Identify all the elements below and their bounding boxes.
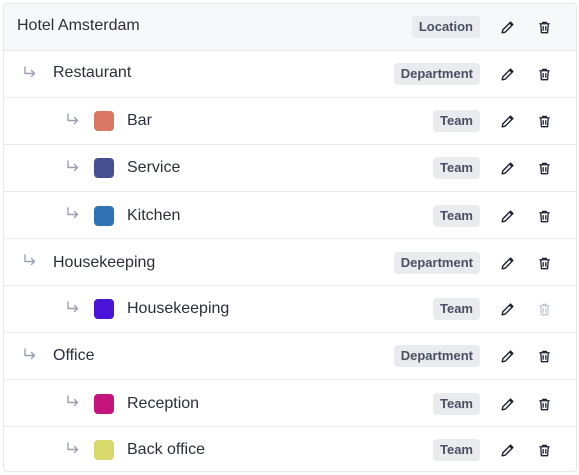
row-name: Back office xyxy=(127,441,205,458)
type-badge: Location xyxy=(411,16,480,38)
team-color-swatch xyxy=(94,440,114,460)
row-name: Office xyxy=(53,347,95,364)
row-name: Reception xyxy=(127,395,200,412)
type-badge: Team xyxy=(433,157,480,179)
edit-button[interactable] xyxy=(495,251,519,275)
tree-row-team: Service Team xyxy=(4,145,576,192)
edit-button[interactable] xyxy=(495,15,519,39)
trash-icon xyxy=(538,162,550,174)
tree-row-team: Bar Team xyxy=(4,98,576,145)
organization-tree: Hotel Amsterdam Location Restaurant Depa… xyxy=(3,3,577,472)
pencil-icon xyxy=(500,256,514,270)
trash-icon xyxy=(538,257,550,269)
tree-row-location: Hotel Amsterdam Location xyxy=(4,4,576,51)
row-name: Bar xyxy=(127,112,152,129)
pencil-icon xyxy=(500,209,514,223)
type-badge: Team xyxy=(433,205,480,227)
trash-icon xyxy=(538,398,550,410)
arrow-return-right-icon xyxy=(24,348,36,360)
type-badge: Department xyxy=(393,63,480,85)
edit-button[interactable] xyxy=(495,392,519,416)
arrow-return-right-icon xyxy=(67,113,79,125)
row-name: Hotel Amsterdam xyxy=(17,17,140,34)
type-badge: Team xyxy=(433,393,480,415)
team-color-swatch xyxy=(94,206,114,226)
pencil-icon xyxy=(500,302,514,316)
arrow-return-right-icon xyxy=(67,160,79,172)
arrow-return-right-icon xyxy=(67,442,79,454)
delete-button[interactable] xyxy=(532,438,556,462)
trash-icon xyxy=(538,350,550,362)
tree-row-department: Housekeeping Department xyxy=(4,239,576,286)
type-badge: Team xyxy=(433,110,480,132)
edit-button[interactable] xyxy=(495,109,519,133)
tree-row-team: Kitchen Team xyxy=(4,192,576,239)
trash-icon xyxy=(538,303,550,315)
tree-row-department: Office Department xyxy=(4,333,576,380)
delete-button[interactable] xyxy=(532,62,556,86)
row-name: Kitchen xyxy=(127,207,181,224)
team-color-swatch xyxy=(94,299,114,319)
delete-button-disabled xyxy=(532,297,556,321)
delete-button[interactable] xyxy=(532,15,556,39)
team-color-swatch xyxy=(94,111,114,131)
delete-button[interactable] xyxy=(532,344,556,368)
row-name: Housekeeping xyxy=(127,300,230,317)
delete-button[interactable] xyxy=(532,204,556,228)
pencil-icon xyxy=(500,20,514,34)
edit-button[interactable] xyxy=(495,62,519,86)
tree-row-department: Restaurant Department xyxy=(4,51,576,98)
team-color-swatch xyxy=(94,394,114,414)
arrow-return-right-icon xyxy=(67,207,79,219)
team-color-swatch xyxy=(94,158,114,178)
pencil-icon xyxy=(500,443,514,457)
delete-button[interactable] xyxy=(532,251,556,275)
tree-row-team: Reception Team xyxy=(4,380,576,427)
edit-button[interactable] xyxy=(495,438,519,462)
tree-row-team: Housekeeping Team xyxy=(4,286,576,333)
delete-button[interactable] xyxy=(532,392,556,416)
arrow-return-right-icon xyxy=(24,66,36,78)
type-badge: Team xyxy=(433,439,480,461)
tree-row-team: Back office Team xyxy=(4,427,576,471)
trash-icon xyxy=(538,68,550,80)
edit-button[interactable] xyxy=(495,344,519,368)
delete-button[interactable] xyxy=(532,109,556,133)
type-badge: Department xyxy=(393,252,480,274)
trash-icon xyxy=(538,210,550,222)
trash-icon xyxy=(538,444,550,456)
arrow-return-right-icon xyxy=(67,395,79,407)
pencil-icon xyxy=(500,161,514,175)
edit-button[interactable] xyxy=(495,204,519,228)
arrow-return-right-icon xyxy=(67,301,79,313)
row-name: Housekeeping xyxy=(53,254,156,271)
trash-icon xyxy=(538,21,550,33)
delete-button[interactable] xyxy=(532,156,556,180)
pencil-icon xyxy=(500,349,514,363)
pencil-icon xyxy=(500,67,514,81)
pencil-icon xyxy=(500,114,514,128)
trash-icon xyxy=(538,115,550,127)
row-name: Service xyxy=(127,159,181,176)
pencil-icon xyxy=(500,397,514,411)
arrow-return-right-icon xyxy=(24,254,36,266)
edit-button[interactable] xyxy=(495,156,519,180)
type-badge: Department xyxy=(393,345,480,367)
row-name: Restaurant xyxy=(53,64,132,81)
edit-button[interactable] xyxy=(495,297,519,321)
type-badge: Team xyxy=(433,298,480,320)
